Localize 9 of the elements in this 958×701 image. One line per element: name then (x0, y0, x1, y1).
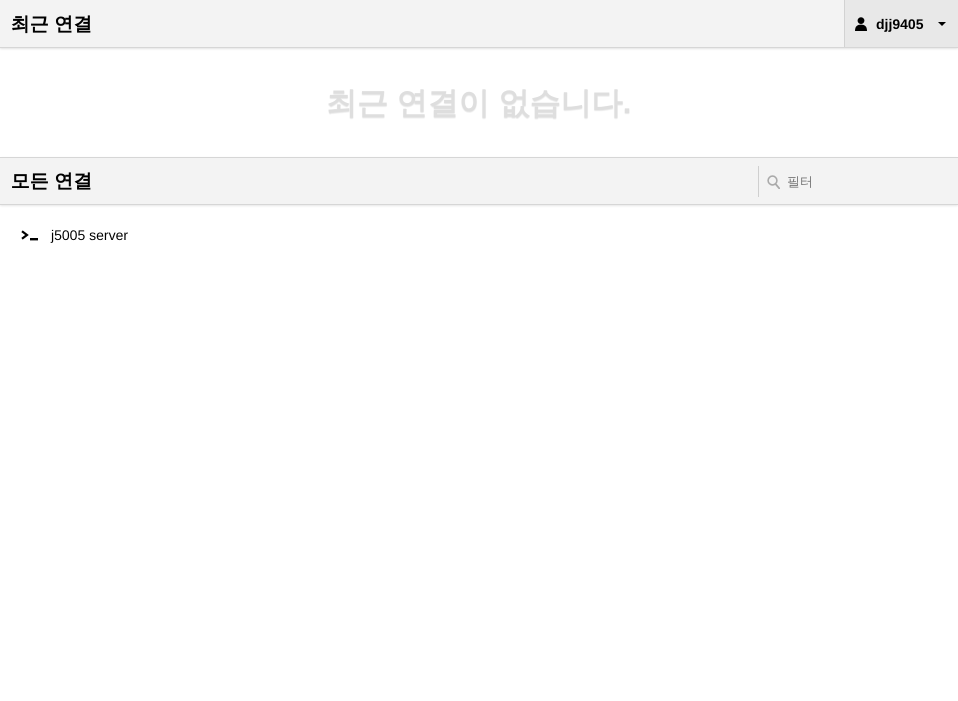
page-title: 최근 연결 (10, 12, 94, 36)
user-menu-button[interactable]: djj9405 (844, 0, 958, 47)
filter-field[interactable]: 필터 (787, 170, 958, 192)
user-icon (855, 16, 867, 30)
search-icon (767, 174, 780, 188)
terminal-icon (21, 230, 38, 240)
section-title: 모든 연결 (10, 170, 94, 194)
caret-icon (938, 22, 946, 26)
connection-item[interactable]: j5005 server (21, 227, 128, 243)
